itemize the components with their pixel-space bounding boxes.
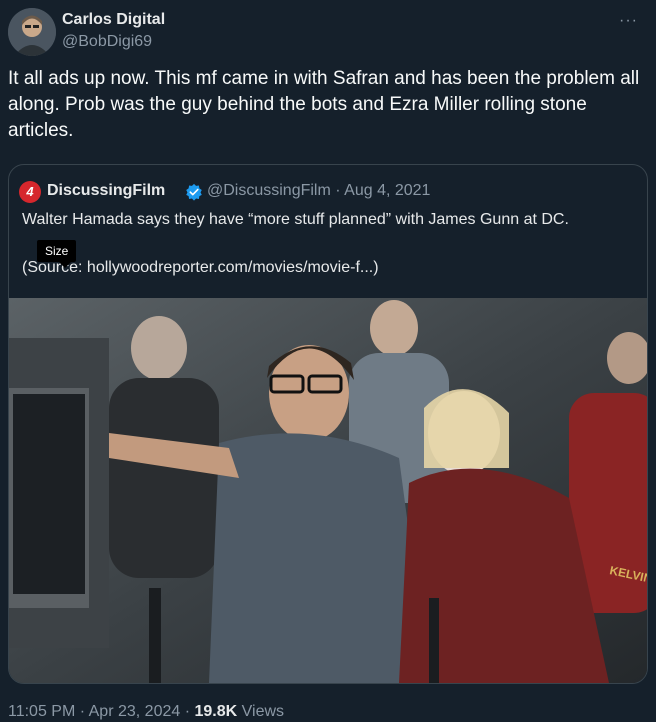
- profile-photo-icon: [8, 8, 56, 56]
- tweet-footer: 11:05 PM · Apr 23, 2024 · 19.8K Views: [8, 703, 284, 721]
- more-options-button[interactable]: ···: [619, 12, 638, 30]
- quoted-tweet-text: Walter Hamada says they have “more stuff…: [22, 211, 569, 228]
- film-set-photo: KELVIN: [9, 298, 647, 683]
- quoted-tweet[interactable]: 4 DiscussingFilm @DiscussingFilm · Aug 4…: [8, 164, 648, 684]
- quoted-handle-date[interactable]: @DiscussingFilm · Aug 4, 2021: [207, 182, 430, 200]
- verified-badge-icon: [186, 183, 202, 201]
- author-handle[interactable]: @BobDigi69: [62, 33, 152, 51]
- views-label: Views: [237, 703, 285, 720]
- quoted-photo[interactable]: KELVIN: [9, 298, 647, 683]
- quoted-author-name[interactable]: DiscussingFilm: [47, 182, 165, 200]
- author-name[interactable]: Carlos Digital: [62, 11, 165, 29]
- size-tooltip: Size: [37, 240, 77, 268]
- views-count: 19.8K: [194, 703, 238, 720]
- tweet-text: It all ads up now. This mf came in with …: [8, 68, 640, 141]
- timestamp[interactable]: 11:05 PM · Apr 23, 2024 ·: [8, 703, 194, 720]
- author-avatar[interactable]: [8, 8, 56, 56]
- discussingfilm-logo[interactable]: 4: [19, 181, 41, 203]
- tweet-header: Carlos Digital @BobDigi69 ···: [8, 8, 656, 60]
- quoted-source-link[interactable]: (Source: hollywoodreporter.com/movies/mo…: [22, 259, 637, 277]
